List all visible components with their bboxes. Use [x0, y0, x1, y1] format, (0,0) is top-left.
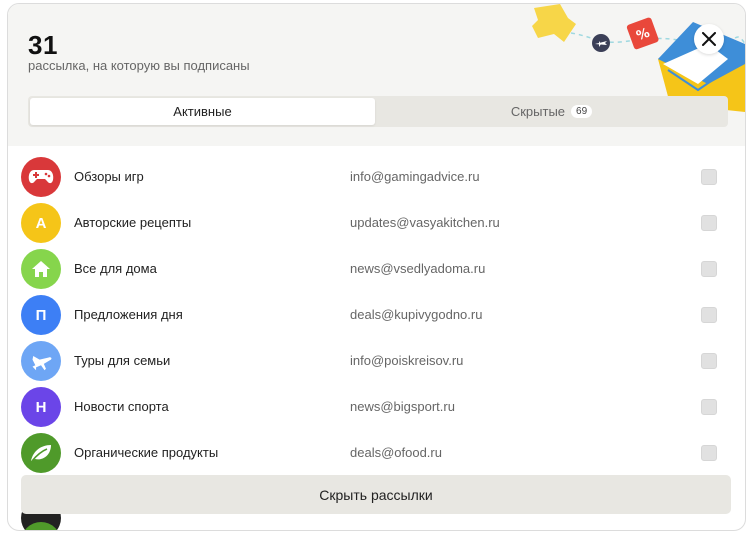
subscription-row[interactable]: А Авторские рецепты updates@vasyakitchen… [8, 200, 745, 246]
subscription-name: Обзоры игр [74, 169, 144, 184]
subscription-email: updates@vasyakitchen.ru [350, 215, 500, 230]
tab-active[interactable]: Активные [30, 98, 375, 125]
subscription-email: info@poiskreisov.ru [350, 353, 464, 368]
subscription-checkbox[interactable] [701, 399, 717, 415]
subscription-count: 31 [28, 30, 58, 60]
tab-hidden[interactable]: Скрытые 69 [377, 98, 726, 125]
subscription-email: news@bigsport.ru [350, 399, 455, 414]
subscription-row[interactable]: Органические продукты deals@ofood.ru [8, 430, 745, 476]
subscription-subtitle: рассылка, на которую вы подписаны [28, 58, 250, 73]
gamepad-icon [28, 170, 54, 184]
subscription-checkbox[interactable] [701, 169, 717, 185]
subscription-name: Авторские рецепты [74, 215, 192, 230]
subscription-checkbox[interactable] [701, 353, 717, 369]
subscription-name: Все для дома [74, 261, 157, 276]
subscription-checkbox[interactable] [701, 215, 717, 231]
close-icon [702, 32, 716, 46]
svg-text:%: % [635, 26, 652, 45]
ticket-icon [532, 4, 576, 42]
subscription-name: Органические продукты [74, 445, 219, 460]
subscription-row[interactable]: Туры для семьи info@poiskreisov.ru [8, 338, 745, 384]
avatar-letter: Н [21, 387, 61, 427]
subscription-row[interactable]: Обзоры игр info@gamingadvice.ru [8, 154, 745, 200]
modal-header: 31 рассылка, на которую вы подписаны % А… [8, 4, 745, 146]
subscription-row[interactable]: Все для дома news@vsedlyadoma.ru [8, 246, 745, 292]
house-icon [32, 261, 50, 277]
avatar-organic [21, 433, 61, 473]
discount-tag-icon: % [626, 17, 659, 50]
hide-subscriptions-button[interactable]: Скрыть рассылки [21, 475, 731, 514]
subscription-email: news@vsedlyadoma.ru [350, 261, 486, 276]
subscription-name: Туры для семьи [74, 353, 171, 368]
plane-badge-icon [592, 34, 610, 52]
tab-hidden-label: Скрытые [510, 104, 566, 119]
subscription-checkbox[interactable] [701, 445, 717, 461]
avatar-gaming [21, 157, 61, 197]
subscriptions-modal: 31 рассылка, на которую вы подписаны % А… [7, 3, 746, 531]
subscription-row[interactable]: Н Новости спорта news@bigsport.ru [8, 384, 745, 430]
tabs: Активные Скрытые 69 [28, 96, 728, 127]
close-button[interactable] [694, 24, 724, 54]
avatar-letter: П [21, 295, 61, 335]
avatar-travel [21, 341, 61, 381]
tab-active-label: Активные [173, 104, 232, 119]
subscription-list: Обзоры игр info@gamingadvice.ru А Авторс… [8, 150, 745, 530]
subscription-checkbox[interactable] [701, 261, 717, 277]
airplane-icon [32, 356, 52, 371]
subscription-checkbox[interactable] [701, 307, 717, 323]
subscription-name: Предложения дня [74, 307, 183, 322]
leaf-icon [31, 445, 51, 462]
subscription-email: deals@kupivygodno.ru [350, 307, 483, 322]
avatar-letter: А [21, 203, 61, 243]
subscription-email: deals@ofood.ru [350, 445, 442, 460]
subscription-email: info@gamingadvice.ru [350, 169, 480, 184]
subscription-name: Новости спорта [74, 399, 169, 414]
avatar-home [21, 249, 61, 289]
subscription-row[interactable]: П Предложения дня deals@kupivygodno.ru [8, 292, 745, 338]
hidden-count-badge: 69 [571, 105, 593, 118]
